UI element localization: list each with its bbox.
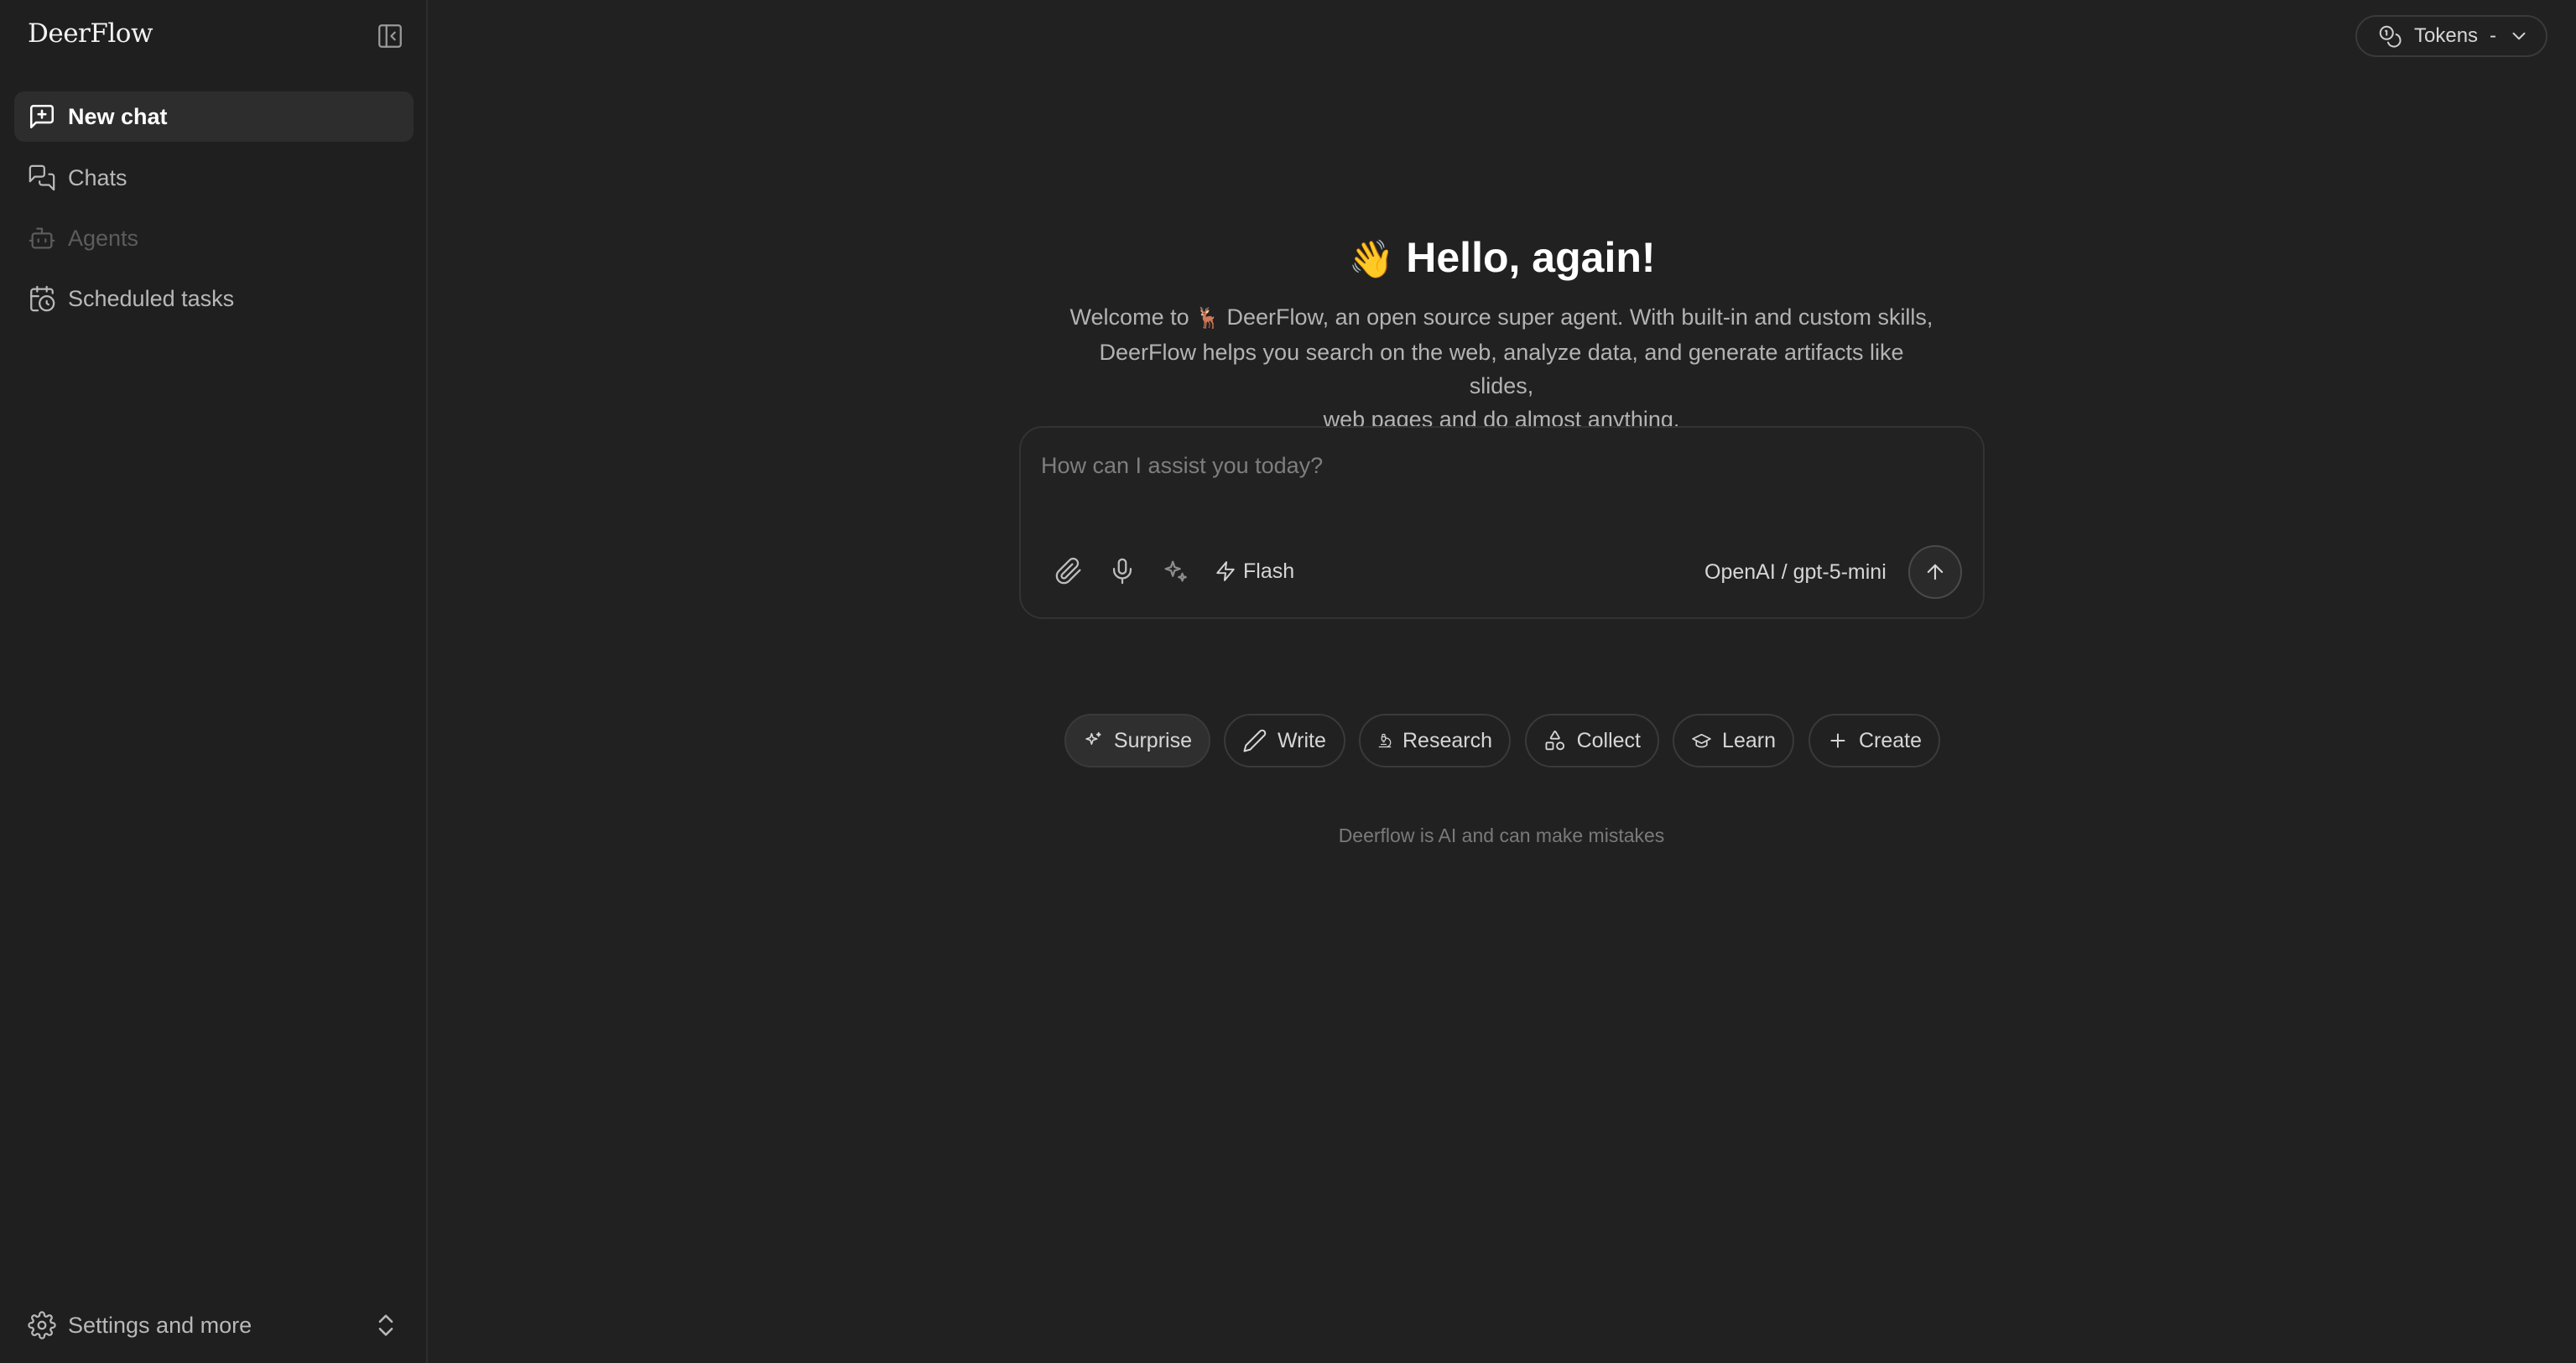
arrow-up-icon [1927, 564, 1944, 580]
sidebar-item-chats[interactable]: Chats [14, 153, 414, 203]
model-selector[interactable]: OpenAI / gpt-5-mini [1704, 560, 1886, 585]
microphone-icon[interactable] [1108, 557, 1137, 585]
settings-label: Settings and more [68, 1312, 252, 1338]
welcome-description: Welcome to 🦌 DeerFlow, an open source su… [1069, 304, 1933, 432]
coins-icon [2377, 23, 2402, 49]
suggestion-create[interactable]: Create [1808, 714, 1940, 767]
brand-logo: DeerFlow [28, 18, 154, 49]
send-button[interactable] [1908, 545, 1962, 599]
settings-menu-button[interactable]: Settings and more [14, 1300, 414, 1350]
pen-icon [1243, 729, 1267, 752]
sparkles-icon[interactable] [1161, 557, 1189, 585]
zap-icon [1216, 561, 1235, 581]
tokens-value: - [2490, 24, 2497, 47]
paperclip-icon[interactable] [1054, 557, 1083, 585]
page-title: 👋 Hello, again! [0, 233, 2576, 282]
tokens-button[interactable]: Tokens - [2355, 15, 2547, 57]
wave-emoji: 👋 [1348, 239, 1395, 280]
graduation-cap-icon [1692, 733, 1711, 748]
suggestion-learn[interactable]: Learn [1673, 714, 1794, 767]
chat-composer: How can I assist you today? Flash OpenAI… [1019, 426, 1985, 619]
shapes-icon [1545, 731, 1565, 751]
chats-icon [28, 164, 56, 192]
disclaimer-text: Deerflow is AI and can make mistakes [1338, 825, 1665, 846]
deer-emoji: 🦌 [1195, 307, 1221, 330]
sidebar-item-label: New chat [68, 103, 168, 129]
message-input[interactable]: How can I assist you today? [1041, 453, 1323, 479]
tokens-label: Tokens [2414, 24, 2479, 47]
plus-icon [1830, 733, 1845, 748]
calendar-clock-icon [28, 284, 56, 313]
suggestion-collect[interactable]: Collect [1525, 714, 1659, 767]
mode-label: Flash [1243, 559, 1295, 583]
sparkles-icon [1085, 731, 1101, 745]
microscope-icon [1378, 733, 1392, 748]
suggestion-surprise[interactable]: Surprise [1064, 714, 1210, 767]
suggestion-write[interactable]: Write [1224, 714, 1345, 767]
chevrons-up-down-icon [372, 1311, 400, 1340]
chevron-down-icon [2508, 25, 2530, 47]
mode-flash-button[interactable]: Flash [1215, 555, 1294, 587]
sidebar-item-new-chat[interactable]: New chat [14, 91, 414, 142]
gear-icon [28, 1311, 56, 1340]
sidebar-item-label: Scheduled tasks [68, 285, 235, 311]
sidebar-item-label: Chats [68, 164, 127, 190]
greeting-text: Hello, again! [1406, 234, 1656, 281]
sidebar-toggle-icon[interactable] [376, 22, 404, 50]
new-chat-icon [28, 102, 56, 131]
suggestion-research[interactable]: Research [1359, 714, 1511, 767]
sidebar: DeerFlow New chat Chats Agents Scheduled… [0, 0, 428, 1363]
